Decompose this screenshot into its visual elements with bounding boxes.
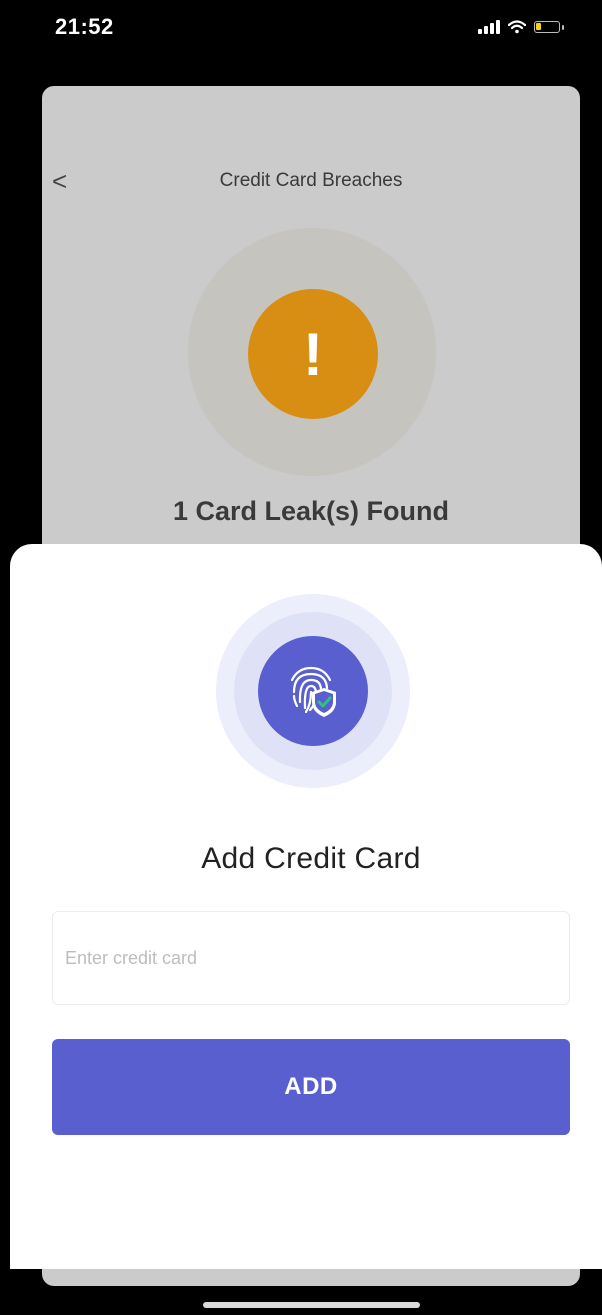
status-bar: 21:52 [0, 0, 602, 80]
fingerprint-shield-check-icon [258, 636, 368, 746]
status-time: 21:52 [55, 14, 114, 39]
status-icons [478, 20, 564, 34]
shield-check-icon [312, 688, 336, 717]
credit-card-input[interactable] [52, 911, 570, 1005]
battery-low-icon [534, 21, 564, 33]
home-indicator[interactable] [203, 1302, 420, 1308]
add-card-sheet: Add Credit Card ADD [10, 544, 602, 1269]
wifi-icon [508, 20, 526, 34]
fingerprint-icon [290, 666, 336, 717]
cellular-signal-icon [478, 20, 500, 34]
add-button[interactable]: ADD [52, 1039, 570, 1135]
exclamation-glyph: ! [303, 320, 323, 388]
leak-summary: 1 Card Leak(s) Found [172, 496, 450, 526]
exclamation-icon: ! [248, 289, 378, 419]
sheet-title: Add Credit Card [201, 842, 421, 875]
app-screen: 21:52 < Credit Card Breaches ! 1 Card Le… [0, 0, 602, 1315]
page-title: Credit Card Breaches [219, 170, 403, 191]
